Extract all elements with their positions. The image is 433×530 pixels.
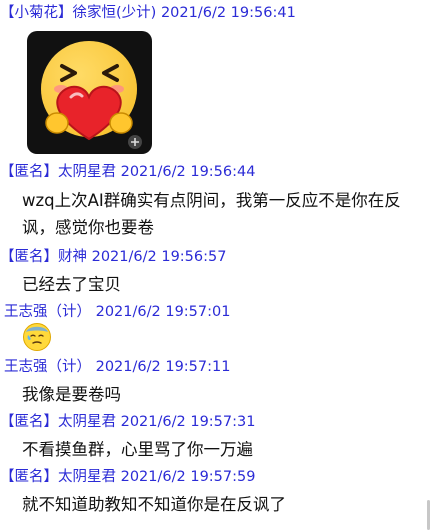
cold-sweat-emoji-icon bbox=[22, 322, 52, 352]
timestamp: 2021/6/2 19:57:59 bbox=[120, 469, 256, 485]
sender-name[interactable]: 太阴星君 bbox=[58, 414, 116, 430]
timestamp: 2021/6/2 19:57:11 bbox=[95, 359, 231, 375]
message-text: 我像是要卷吗 bbox=[22, 385, 121, 404]
message-text: 就不知道助教知不知道你是在反讽了 bbox=[22, 495, 286, 514]
sender-name[interactable]: 徐家恒(少计) bbox=[73, 5, 157, 21]
sender-name[interactable]: 太阴星君 bbox=[58, 164, 116, 180]
timestamp: 2021/6/2 19:57:31 bbox=[120, 414, 256, 430]
sender-tag: 【匿名】 bbox=[0, 469, 58, 485]
timestamp: 2021/6/2 19:57:01 bbox=[95, 304, 231, 320]
message-header: 【匿名】太阴星君 2021/6/2 19:57:31 bbox=[0, 411, 255, 433]
scrollbar-thumb[interactable] bbox=[427, 500, 430, 530]
message-header: 【匿名】太阴星君 2021/6/2 19:57:59 bbox=[0, 466, 255, 488]
sender-name[interactable]: 财神 bbox=[58, 249, 87, 265]
message-header: 王志强（计） 2021/6/2 19:57:11 bbox=[4, 356, 230, 378]
timestamp: 2021/6/2 19:56:41 bbox=[160, 5, 296, 21]
message-header: 【匿名】财神 2021/6/2 19:56:57 bbox=[0, 246, 226, 268]
message-header: 王志强（计） 2021/6/2 19:57:01 bbox=[4, 301, 230, 323]
message-header: 【匿名】太阴星君 2021/6/2 19:56:44 bbox=[0, 161, 255, 183]
timestamp: 2021/6/2 19:56:57 bbox=[91, 249, 227, 265]
sender-tag: 【匿名】 bbox=[0, 164, 58, 180]
timestamp: 2021/6/2 19:56:44 bbox=[120, 164, 256, 180]
sender-tag: 【小菊花】 bbox=[0, 5, 73, 21]
sender-tag: 【匿名】 bbox=[0, 414, 58, 430]
sticker-image[interactable] bbox=[27, 31, 152, 154]
message-header: 【小菊花】徐家恒(少计) 2021/6/2 19:56:41 bbox=[0, 2, 296, 24]
sender-name[interactable]: 王志强（计） bbox=[4, 304, 91, 320]
message-text: 已经去了宝贝 bbox=[22, 275, 121, 294]
sender-name[interactable]: 太阴星君 bbox=[58, 469, 116, 485]
hug-heart-icon bbox=[41, 41, 142, 149]
message-text: wzq上次AI群确实有点阴间，我第一反应不是你在反讽，感觉你也要卷 bbox=[22, 191, 401, 237]
sender-name[interactable]: 王志强（计） bbox=[4, 359, 91, 375]
sender-tag: 【匿名】 bbox=[0, 249, 58, 265]
message-text: 不看摸鱼群，心里骂了你一万遍 bbox=[22, 440, 253, 459]
